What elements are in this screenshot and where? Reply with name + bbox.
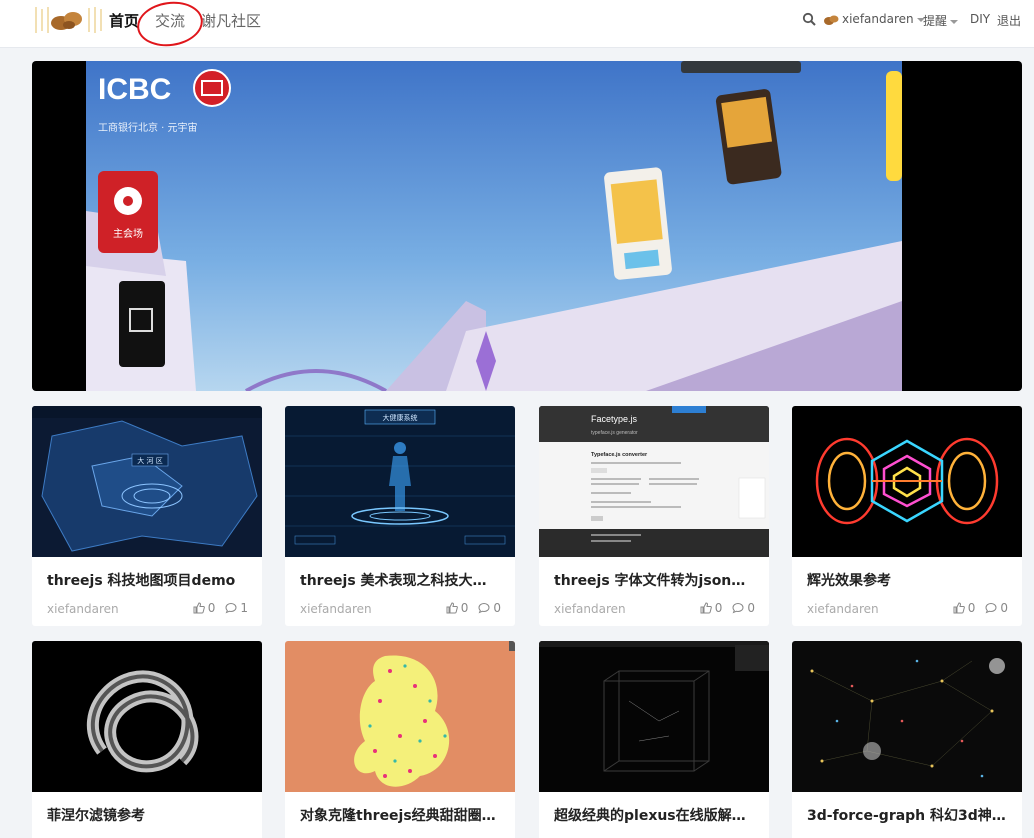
post-thumbnail <box>285 641 515 792</box>
thumb-facetype-title: Facetype.js <box>591 414 638 424</box>
thumb-ui-label: 大健康系统 <box>383 413 418 422</box>
post-author[interactable]: xiefandaren <box>554 602 626 616</box>
comment-icon <box>985 602 997 614</box>
post-stats: 0 1 <box>193 601 248 615</box>
like-count: 0 <box>207 601 216 615</box>
comment-count: 0 <box>1000 601 1008 615</box>
post-thumbnail <box>792 641 1022 792</box>
post-thumbnail <box>792 406 1022 557</box>
user-menu[interactable]: xiefandaren <box>842 12 925 26</box>
top-nav-bar: 首页 交流 谢凡社区 xiefandaren 提醒 DIY 退出 <box>0 0 1034 51</box>
post-title[interactable]: 对象克隆threejs经典甜甜圈… <box>300 805 500 825</box>
thumbs-up-icon <box>953 602 965 614</box>
avatar-icon <box>824 15 839 25</box>
comment-icon <box>478 602 490 614</box>
post-author[interactable]: xiefandaren <box>47 602 119 616</box>
comment-count: 0 <box>747 601 755 615</box>
post-stats: 0 0 <box>446 601 501 615</box>
remind-menu[interactable]: 提醒 <box>923 12 959 29</box>
post-title[interactable]: threejs 科技地图项目demo <box>47 570 247 590</box>
post-title[interactable]: threejs 字体文件转为json… <box>554 570 754 590</box>
post-title[interactable]: 超级经典的plexus在线版解… <box>554 805 754 825</box>
post-title[interactable]: 3d-force-graph 科幻3d神… <box>807 805 1007 825</box>
site-logo[interactable] <box>33 5 103 35</box>
post-card[interactable]: 辉光效果参考 xiefandaren 0 0 <box>792 406 1022 626</box>
comment-button[interactable]: 0 <box>478 601 501 615</box>
comment-icon <box>732 602 744 614</box>
like-button[interactable]: 0 <box>700 601 723 615</box>
thumb-map-label: 大 河 区 <box>137 456 162 465</box>
thumbs-up-icon <box>700 602 712 614</box>
username: xiefandaren <box>842 12 914 26</box>
post-title[interactable]: 菲涅尔滤镜参考 <box>47 805 247 825</box>
diy-link[interactable]: DIY <box>970 12 990 26</box>
comment-count: 1 <box>240 601 248 615</box>
like-button[interactable]: 0 <box>953 601 976 615</box>
nav-home[interactable]: 首页 <box>109 10 139 31</box>
comment-icon <box>225 602 237 614</box>
chevron-down-icon <box>950 19 959 24</box>
post-card[interactable]: 菲涅尔滤镜参考 <box>32 641 262 838</box>
like-count: 0 <box>967 601 976 615</box>
logout-link[interactable]: 退出 <box>997 12 1021 29</box>
banner-brand: ICBC <box>98 73 171 106</box>
post-card[interactable]: 大健康系统 threejs 美术表现之科技大… xiefandaren 0 0 <box>285 406 515 626</box>
thumb-facetype-sub: typeface.js generator <box>591 430 638 436</box>
post-thumbnail <box>32 641 262 792</box>
nav-exchange[interactable]: 交流 <box>155 10 185 31</box>
like-button[interactable]: 0 <box>446 601 469 615</box>
thumb-facetype-heading: Typeface.js converter <box>591 452 648 458</box>
post-card[interactable]: Facetype.js typeface.js generator Typefa… <box>539 406 769 626</box>
post-card[interactable]: 3d-force-graph 科幻3d神… <box>792 641 1022 838</box>
search-icon[interactable] <box>802 12 816 26</box>
post-author[interactable]: xiefandaren <box>300 602 372 616</box>
post-title[interactable]: 辉光效果参考 <box>807 570 1007 590</box>
thumbs-up-icon <box>446 602 458 614</box>
banner-image: ICBC 工商银行北京 · 元宇宙 主会场 <box>86 61 902 391</box>
like-count: 0 <box>714 601 723 615</box>
post-thumbnail: Facetype.js typeface.js generator Typefa… <box>539 406 769 557</box>
thumbs-up-icon <box>193 602 205 614</box>
comment-button[interactable]: 0 <box>985 601 1008 615</box>
nav-community[interactable]: 谢凡社区 <box>201 10 261 31</box>
post-thumbnail: 大健康系统 <box>285 406 515 557</box>
comment-button[interactable]: 1 <box>225 601 248 615</box>
comment-count: 0 <box>493 601 501 615</box>
like-button[interactable]: 0 <box>193 601 216 615</box>
post-stats: 0 0 <box>953 601 1008 615</box>
banner-main-hall-button[interactable]: 主会场 <box>113 227 143 240</box>
banner-subtitle: 工商银行北京 · 元宇宙 <box>98 121 198 134</box>
remind-label: 提醒 <box>923 14 948 28</box>
post-thumbnail <box>539 641 769 792</box>
post-thumbnail: 大 河 区 <box>32 406 262 557</box>
comment-button[interactable]: 0 <box>732 601 755 615</box>
post-author[interactable]: xiefandaren <box>807 602 879 616</box>
banner-carousel[interactable]: ICBC 工商银行北京 · 元宇宙 主会场 <box>32 61 1022 391</box>
post-card[interactable]: 大 河 区 threejs 科技地图项目demo xiefandaren 0 1 <box>32 406 262 626</box>
post-stats: 0 0 <box>700 601 755 615</box>
post-card[interactable]: 对象克隆threejs经典甜甜圈… <box>285 641 515 838</box>
post-card[interactable]: 超级经典的plexus在线版解… <box>539 641 769 838</box>
post-title[interactable]: threejs 美术表现之科技大… <box>300 570 500 590</box>
like-count: 0 <box>460 601 469 615</box>
